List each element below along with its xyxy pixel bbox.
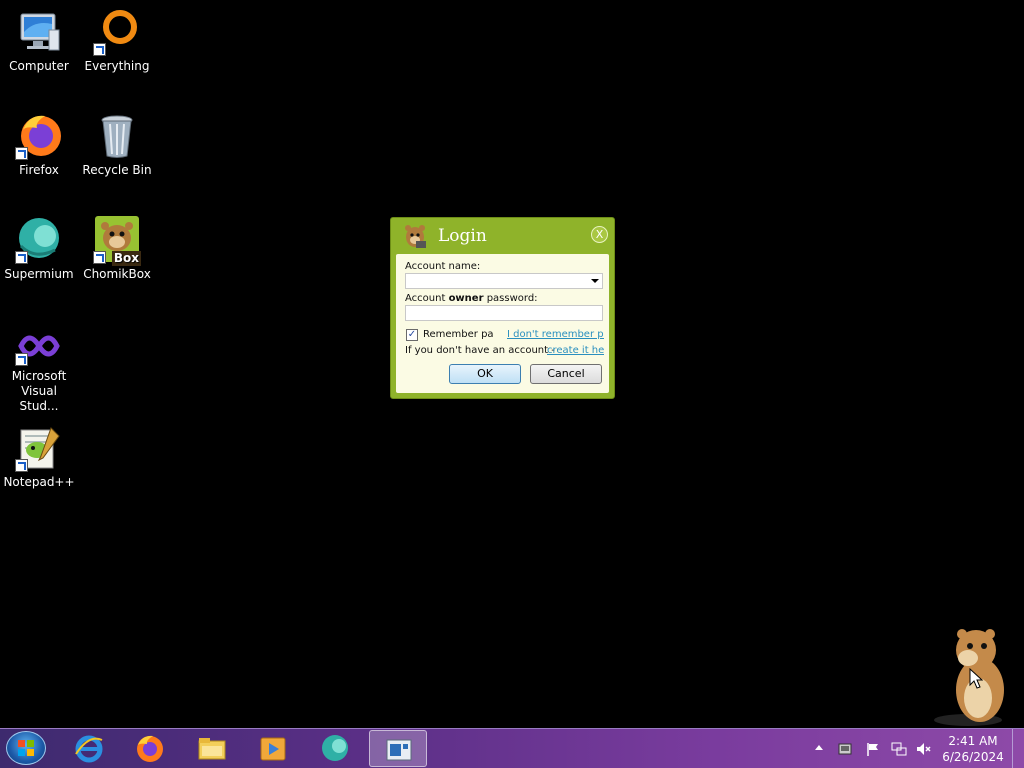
chomikbox-logo-icon xyxy=(402,223,428,249)
desktop-icon-firefox[interactable]: Firefox xyxy=(0,112,78,178)
clock-date: 6/26/2024 xyxy=(942,750,1004,764)
taskbar-clock[interactable]: 2:41 AM 6/26/2024 xyxy=(938,733,1008,765)
remember-password-checkbox[interactable]: ✓ xyxy=(406,329,418,341)
desktop-icon-visual-studio[interactable]: Microsoft Visual Stud... xyxy=(0,326,78,414)
recycle-bin-icon xyxy=(93,112,141,160)
remember-password-label[interactable]: Remember passw xyxy=(423,329,493,340)
desktop-icon-label: ChomikBox xyxy=(83,267,151,281)
password-label-prefix: Account xyxy=(405,293,449,304)
checkmark-icon: ✓ xyxy=(407,329,417,340)
account-name-label: Account name: xyxy=(405,261,481,272)
taskbar-internet-explorer[interactable] xyxy=(60,730,118,767)
notepad-plus-plus-icon xyxy=(15,424,63,472)
taskbar-supermium[interactable] xyxy=(306,730,364,767)
desktop-icon-label: Computer xyxy=(9,59,69,73)
account-name-dropdown[interactable] xyxy=(405,273,603,289)
login-titlebar[interactable]: Login X xyxy=(391,218,614,254)
desktop-icon-everything[interactable]: Everything xyxy=(78,8,156,74)
show-hidden-icons-icon[interactable] xyxy=(815,745,823,750)
taskbar-media-player[interactable] xyxy=(244,730,302,767)
dialog-title: Login xyxy=(438,226,487,246)
mouse-cursor-icon xyxy=(969,667,984,694)
password-input[interactable] xyxy=(405,305,603,321)
taskbar-file-explorer[interactable] xyxy=(183,730,241,767)
account-name-value xyxy=(406,281,408,292)
desktop-icon-label: Everything xyxy=(84,59,150,73)
firefox-icon xyxy=(15,112,63,160)
supermium-icon xyxy=(15,216,63,264)
show-desktop-button[interactable] xyxy=(1012,729,1024,768)
desktop-icon-notepad-plus-plus[interactable]: Notepad++ xyxy=(0,424,78,490)
shortcut-arrow-icon xyxy=(15,459,28,472)
chomikbox-window-icon xyxy=(386,739,412,761)
desktop-icon-label: Firefox xyxy=(19,163,59,177)
shortcut-arrow-icon xyxy=(15,147,28,160)
shortcut-arrow-icon xyxy=(93,251,106,264)
desktop-icon-supermium[interactable]: Supermium xyxy=(0,216,78,282)
close-icon: X xyxy=(595,228,604,241)
file-explorer-icon xyxy=(198,738,226,760)
clock-time: 2:41 AM xyxy=(948,734,998,748)
internet-explorer-icon xyxy=(75,735,103,763)
password-label-bold: owner xyxy=(448,293,484,304)
taskbar: 2:41 AM 6/26/2024 xyxy=(0,728,1024,768)
desktop-icon-label: Notepad++ xyxy=(3,475,75,489)
media-player-icon xyxy=(260,737,286,761)
windows-logo-icon xyxy=(18,740,34,756)
desktop-icon-label: Recycle Bin xyxy=(82,163,152,177)
chomikbox-badge: Box xyxy=(111,251,141,266)
network-icon[interactable] xyxy=(891,741,907,757)
firefox-icon xyxy=(137,735,163,762)
password-label: Account owner password: xyxy=(405,293,538,304)
action-center-flag-icon[interactable] xyxy=(865,741,881,757)
visual-studio-icon xyxy=(15,326,63,366)
chomikbox-icon: Box xyxy=(93,216,141,266)
close-button[interactable]: X xyxy=(591,226,608,243)
password-label-suffix: password: xyxy=(483,293,538,304)
network-drive-icon[interactable] xyxy=(837,741,853,757)
desktop-icon-label: Supermium xyxy=(4,267,74,281)
shortcut-arrow-icon xyxy=(93,43,106,56)
taskbar-chomikbox-window[interactable] xyxy=(369,730,427,767)
create-account-link[interactable]: create it here xyxy=(547,345,604,356)
taskbar-firefox[interactable] xyxy=(121,730,179,767)
desktop-icon-computer[interactable]: Computer xyxy=(0,8,78,74)
desktop-icon-recycle-bin[interactable]: Recycle Bin xyxy=(78,112,156,178)
desktop-icon-label: Microsoft Visual Stud... xyxy=(11,369,67,413)
shortcut-arrow-icon xyxy=(15,353,28,366)
computer-icon xyxy=(15,8,63,56)
start-button[interactable] xyxy=(6,731,46,765)
ok-button[interactable]: OK xyxy=(449,364,521,384)
no-account-text: If you don't have an account - xyxy=(405,345,555,356)
volume-muted-icon[interactable] xyxy=(915,741,931,757)
cancel-button[interactable]: Cancel xyxy=(530,364,602,384)
login-dialog: Login X Account name: Account owner pass… xyxy=(390,217,615,399)
forgot-password-link[interactable]: I don't remember pas xyxy=(507,329,604,340)
desktop: Computer Everything Firefox Recycle Bin … xyxy=(0,0,1024,728)
everything-icon xyxy=(93,8,141,56)
shortcut-arrow-icon xyxy=(15,251,28,264)
desktop-icon-chomikbox[interactable]: Box ChomikBox xyxy=(78,216,156,282)
chevron-down-icon[interactable] xyxy=(591,279,599,283)
supermium-icon xyxy=(322,735,348,761)
login-form: Account name: Account owner password: ✓ … xyxy=(396,254,609,393)
